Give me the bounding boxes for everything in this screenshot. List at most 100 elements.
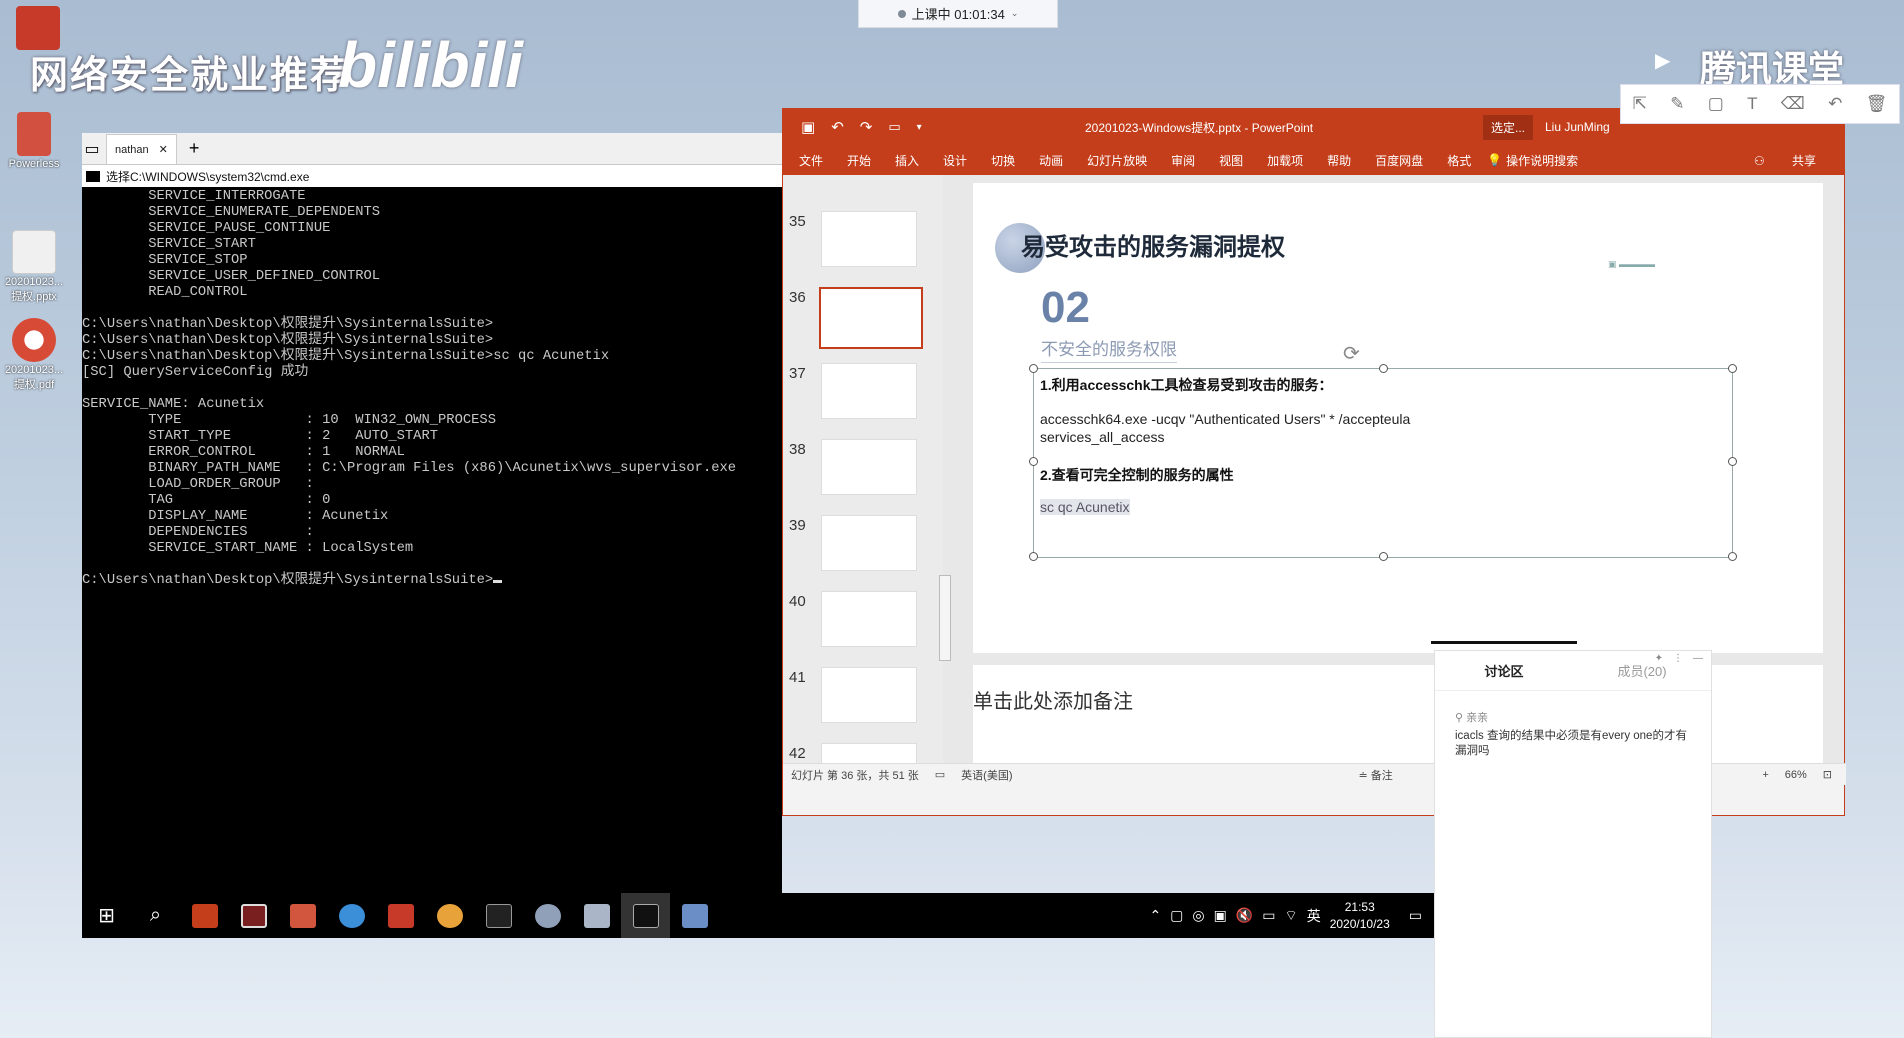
notes-toggle[interactable]: ≐ 备注 (1359, 767, 1393, 783)
slide-thumbnail[interactable] (821, 211, 917, 267)
selection-badge[interactable]: 选定... (1483, 115, 1534, 140)
tray-icon[interactable]: ▢ (1170, 907, 1183, 924)
ribbon-tab-transitions[interactable]: 切换 (979, 152, 1027, 169)
slide-title[interactable]: 易受攻击的服务漏洞提权 (1021, 227, 1285, 262)
tab-discussion[interactable]: 讨论区 (1431, 641, 1577, 680)
thumb-number: 35 (789, 213, 806, 230)
trash-icon[interactable]: 🗑 (1866, 94, 1888, 114)
taskbar-app-9[interactable] (572, 893, 621, 938)
taskbar-app-1[interactable] (180, 893, 229, 938)
chrome-icon[interactable] (425, 893, 474, 938)
share-button[interactable]: ⚇ 共享 (1730, 152, 1844, 169)
ribbon-tab-file[interactable]: 文件 (783, 152, 835, 169)
start-button[interactable]: ⊞ (82, 893, 131, 938)
terminal-window[interactable]: ▭ nathan ✕ + 选择C:\WINDOWS\system32\cmd.e… (82, 133, 782, 938)
save-icon[interactable]: ▣ (783, 118, 823, 136)
zoom-level[interactable]: 66% (1785, 769, 1807, 781)
zoom-in-icon[interactable]: + (1762, 769, 1768, 781)
terminal-line: BINARY_PATH_NAME : C:\Program Files (x86… (82, 461, 737, 476)
terminal-output[interactable]: SERVICE_INTERROGATE SERVICE_ENUMERATE_DE… (82, 187, 782, 589)
display-icon[interactable]: ▣ (1214, 907, 1227, 924)
ribbon-tab-view[interactable]: 视图 (1207, 152, 1255, 169)
ribbon-tab-baidu[interactable]: 百度网盘 (1363, 152, 1435, 169)
ribbon-tab-format[interactable]: 格式 (1435, 152, 1483, 169)
taskbar-app-11[interactable] (670, 893, 719, 938)
language-indicator[interactable]: 英语(美国) (961, 767, 1012, 783)
text-icon[interactable]: T (1747, 94, 1757, 114)
message-text: icacls 查询的结果中必须是有every one的才有漏洞吗 (1455, 730, 1687, 757)
resize-handle[interactable] (1728, 364, 1737, 373)
undo-icon[interactable]: ↶ (823, 118, 852, 136)
taskbar-app-5[interactable] (376, 893, 425, 938)
ppt-user[interactable]: Liu JunMing (1545, 120, 1610, 134)
ribbon-tab-animations[interactable]: 动画 (1027, 152, 1075, 169)
notification-icon[interactable]: ▭ (1409, 907, 1422, 924)
slide-thumbnail[interactable] (821, 667, 917, 723)
customize-icon[interactable]: ▾ (909, 122, 930, 133)
slide-thumbnail[interactable] (821, 591, 917, 647)
battery-icon[interactable]: ▭ (1262, 907, 1275, 924)
live-status-pill[interactable]: 上课中 01:01:34 ⌄ (858, 0, 1058, 28)
minimize-icon[interactable]: — (1693, 653, 1703, 664)
ribbon-tab-insert[interactable]: 插入 (883, 152, 931, 169)
content-textbox[interactable]: 1.利用accesschk工具检查易受到攻击的服务： accesschk64.e… (1029, 364, 1737, 561)
slide-thumbnail[interactable] (821, 515, 917, 571)
close-icon[interactable]: ✕ (159, 143, 168, 156)
more-icon[interactable]: ⋮ (1673, 653, 1683, 664)
pen-icon[interactable]: ✎ (1670, 94, 1684, 114)
search-icon[interactable]: ⌕ (131, 893, 180, 938)
new-tab-icon[interactable]: + (181, 138, 208, 159)
network-icon[interactable]: ◎ (1192, 907, 1204, 924)
terminal-taskbar-button[interactable] (621, 893, 670, 938)
resize-handle[interactable] (1029, 364, 1038, 373)
taskbar-app-2[interactable] (229, 893, 278, 938)
section-number[interactable]: 02 (1041, 283, 1090, 333)
taskbar-app-7[interactable] (474, 893, 523, 938)
thumbnail-scrollbar[interactable] (939, 575, 951, 661)
slide-thumbnails[interactable]: 35 36 37 38 39 40 41 42 (783, 175, 951, 785)
terminal-tab[interactable]: nathan ✕ (106, 134, 177, 164)
lightbulb-icon: 💡 (1487, 153, 1503, 167)
ime-indicator[interactable]: 英 (1307, 906, 1321, 926)
desktop-icon-pptx[interactable]: 20201023...提权.pptx (4, 230, 64, 304)
wifi-icon[interactable]: ⌔ (1285, 907, 1298, 925)
ribbon-tab-help[interactable]: 帮助 (1315, 152, 1363, 169)
desktop-icon-pdf[interactable]: 20201023...提权.pdf (4, 318, 64, 392)
rectangle-icon[interactable]: ▢ (1708, 94, 1724, 114)
slide-thumbnail-selected[interactable] (819, 287, 923, 349)
ribbon-tab-slideshow[interactable]: 幻灯片放映 (1075, 152, 1159, 169)
resize-handle[interactable] (1728, 552, 1737, 561)
thumb-number: 36 (789, 289, 806, 306)
mute-icon[interactable]: 🔇 (1236, 907, 1253, 924)
section-subtitle[interactable]: 不安全的服务权限 (1041, 335, 1177, 363)
ribbon-tab-home[interactable]: 开始 (835, 152, 883, 169)
pin-icon[interactable]: ✦ (1655, 653, 1663, 664)
slide-thumbnail[interactable] (821, 439, 917, 495)
tell-me-search[interactable]: 操作说明搜索 (1506, 152, 1590, 169)
taskbar-app-8[interactable] (523, 893, 572, 938)
fit-window-icon[interactable]: ⊡ (1823, 768, 1846, 781)
resize-handle[interactable] (1379, 552, 1388, 561)
resize-handle[interactable] (1029, 552, 1038, 561)
ribbon-tab-addins[interactable]: 加载项 (1255, 152, 1315, 169)
rotate-handle-icon[interactable]: ⟳ (1343, 341, 1360, 366)
resize-handle[interactable] (1029, 457, 1038, 466)
spellcheck-icon[interactable]: ▭ (935, 768, 945, 781)
pointer-icon[interactable]: ⇱ (1633, 94, 1647, 114)
clock[interactable]: 21:53 2020/10/23 (1330, 899, 1390, 933)
resize-handle[interactable] (1379, 364, 1388, 373)
undo-icon[interactable]: ↶ (1828, 94, 1842, 114)
slideshow-icon[interactable]: ▭ (880, 119, 908, 135)
chevron-up-icon[interactable]: ⌃ (1149, 907, 1161, 924)
ribbon-tab-design[interactable]: 设计 (931, 152, 979, 169)
edge-icon[interactable] (327, 893, 376, 938)
desktop-icon-app[interactable] (8, 6, 68, 52)
eraser-icon[interactable]: ⌫ (1781, 94, 1805, 114)
slide-canvas[interactable]: 易受攻击的服务漏洞提权 ▣ ▬▬▬▬ 02 不安全的服务权限 ⟳ 1.利用acc… (973, 183, 1823, 653)
resize-handle[interactable] (1728, 457, 1737, 466)
redo-icon[interactable]: ↷ (852, 118, 881, 136)
ribbon-tab-review[interactable]: 审阅 (1159, 152, 1207, 169)
desktop-icon-powerless[interactable]: Powerless (4, 112, 64, 170)
slide-thumbnail[interactable] (821, 363, 917, 419)
taskbar-app-3[interactable] (278, 893, 327, 938)
